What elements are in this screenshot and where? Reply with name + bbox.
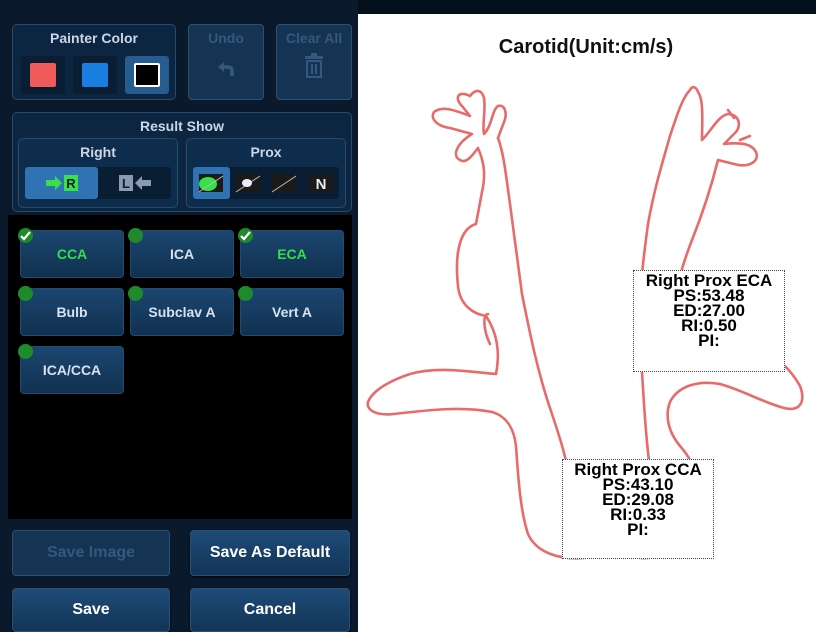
vessel-cca-button[interactable]: CCA xyxy=(18,228,124,278)
svg-text:L: L xyxy=(122,176,130,191)
vessel-ica-cca-button[interactable]: ICA/CCA xyxy=(18,344,124,394)
result-show-title: Result Show xyxy=(139,118,224,134)
vessel-bulb-button[interactable]: Bulb xyxy=(18,286,124,336)
position-mid-option[interactable] xyxy=(230,167,267,199)
position-dist-option[interactable] xyxy=(266,167,303,199)
result-box-cca: Right Prox CCA PS:43.10 ED:29.08 RI:0.33… xyxy=(562,459,714,559)
control-panel: Painter Color Undo Clear All Result Show xyxy=(0,0,358,632)
painter-color-group: Painter Color xyxy=(12,24,176,100)
color-swatch-black[interactable] xyxy=(125,56,169,94)
vessel-vert-button[interactable]: Vert A xyxy=(238,286,344,336)
svg-text:R: R xyxy=(66,176,76,191)
trash-icon xyxy=(305,53,323,78)
status-dot-icon xyxy=(18,344,33,359)
save-button[interactable]: Save xyxy=(12,588,170,632)
checkmark-icon xyxy=(238,228,253,243)
vessel-eca-button[interactable]: ECA xyxy=(238,228,344,278)
carotid-diagram-canvas[interactable]: Carotid(Unit:cm/s) Right Prox ECA PS:53.… xyxy=(358,14,816,632)
save-as-default-label: Save As Default xyxy=(209,544,331,561)
save-label: Save xyxy=(72,601,110,618)
color-swatch-red-fill xyxy=(30,63,56,87)
top-bar xyxy=(358,0,816,14)
clear-all-button[interactable]: Clear All xyxy=(276,24,352,100)
save-image-button[interactable]: Save Image xyxy=(12,530,170,576)
position-n-option[interactable]: N xyxy=(303,167,340,199)
left-side-icon: L xyxy=(118,175,151,191)
vessel-vert-label: Vert A xyxy=(272,304,312,320)
color-swatch-red[interactable] xyxy=(21,56,65,94)
status-dot-icon xyxy=(128,228,143,243)
status-dot-icon xyxy=(128,286,143,301)
vessel-subclav-button[interactable]: Subclav A xyxy=(128,286,234,336)
clear-all-label: Clear All xyxy=(285,30,343,46)
undo-icon xyxy=(218,62,234,76)
vessel-subclav-label: Subclav A xyxy=(148,304,216,320)
vessel-bulb-label: Bulb xyxy=(56,304,88,320)
dist-icon xyxy=(271,174,297,193)
vessel-ica-cca-label: ICA/CCA xyxy=(42,362,102,378)
prox-icon xyxy=(198,174,224,193)
result-cca-pi: PI: xyxy=(627,520,649,539)
vessel-cca-label: CCA xyxy=(56,246,88,262)
side-selector: R L xyxy=(25,167,171,199)
color-swatch-blue[interactable] xyxy=(73,56,117,94)
result-show-group: Result Show Right R L Prox N xyxy=(12,112,352,212)
status-dot-icon xyxy=(238,286,253,301)
mid-icon xyxy=(235,174,261,193)
status-dot-icon xyxy=(18,286,33,301)
position-selector-group: Prox N xyxy=(186,138,346,208)
color-swatch-black-fill xyxy=(134,63,160,87)
svg-text:N: N xyxy=(315,176,326,193)
checkmark-icon xyxy=(18,228,33,243)
save-as-default-button[interactable]: Save As Default xyxy=(190,530,350,576)
side-selector-title: Right xyxy=(80,144,116,160)
side-selector-group: Right R L xyxy=(18,138,178,208)
side-right-option[interactable]: R xyxy=(25,167,98,199)
vessel-ica-label: ICA xyxy=(169,246,195,262)
position-selector-title: Prox xyxy=(250,144,282,160)
undo-button[interactable]: Undo xyxy=(188,24,264,100)
position-prox-option[interactable] xyxy=(193,167,230,199)
vessel-ica-button[interactable]: ICA xyxy=(128,228,234,278)
vessel-eca-label: ECA xyxy=(277,246,307,262)
cancel-label: Cancel xyxy=(243,601,297,618)
result-eca-pi: PI: xyxy=(698,331,720,350)
save-image-label: Save Image xyxy=(46,544,136,561)
vessel-grid: CCA ICA ECA Bulb Subclav A Vert A ICA/CC… xyxy=(8,215,352,519)
cancel-button[interactable]: Cancel xyxy=(190,588,350,632)
n-icon: N xyxy=(308,174,333,193)
color-swatch-blue-fill xyxy=(82,63,108,87)
side-left-option[interactable]: L xyxy=(98,167,171,199)
result-box-eca: Right Prox ECA PS:53.48 ED:27.00 RI:0.50… xyxy=(633,270,785,372)
undo-label: Undo xyxy=(208,30,244,46)
painter-color-title: Painter Color xyxy=(50,30,138,46)
right-side-icon: R xyxy=(45,175,78,191)
position-selector: N xyxy=(193,167,339,199)
